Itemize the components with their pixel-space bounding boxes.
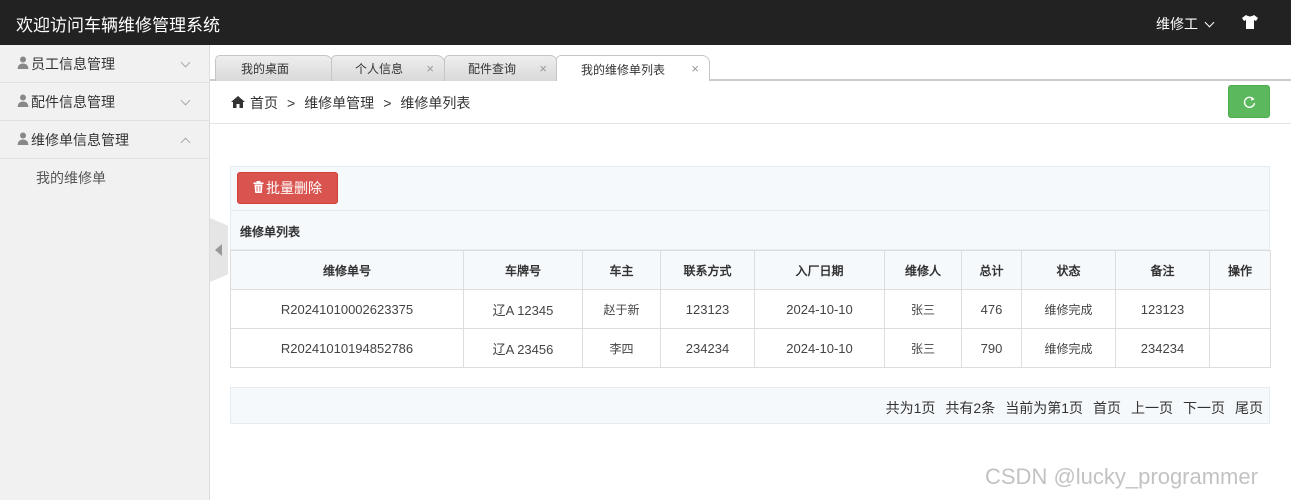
cell-date: 2024-10-10 [754, 328, 885, 368]
top-header: 欢迎访问车辆维修管理系统 维修工 [0, 0, 1291, 45]
pager-last[interactable]: 尾页 [1235, 398, 1263, 418]
cell-status: 维修完成 [1021, 328, 1116, 368]
trash-icon [253, 180, 264, 196]
cell-date: 2024-10-10 [754, 289, 885, 329]
sidebar-subitem-my-repair-orders[interactable]: 我的维修单 [0, 159, 209, 197]
cell-owner: 李四 [582, 328, 661, 368]
sidebar-item-repair-order[interactable]: 维修单信息管理 [0, 121, 209, 159]
breadcrumb-separator: > [287, 95, 296, 111]
column-header[interactable]: 维修人 [884, 250, 962, 290]
list-title-bar: 维修单列表 [230, 211, 1270, 250]
user-icon [17, 94, 29, 110]
column-header[interactable]: 维修单号 [230, 250, 464, 290]
close-icon[interactable]: × [691, 61, 699, 76]
column-header[interactable]: 总计 [961, 250, 1022, 290]
tab-parts-query[interactable]: 配件查询 × [444, 55, 558, 81]
caret-left-icon [215, 244, 222, 256]
column-header[interactable]: 车牌号 [463, 250, 583, 290]
column-header[interactable]: 联系方式 [660, 250, 755, 290]
cell-order-no: R20241010002623375 [230, 289, 464, 329]
tab-strip: 我的桌面 个人信息 × 配件查询 × 我的维修单列表 × [210, 45, 1291, 82]
tab-label: 我的维修单列表 [581, 62, 666, 77]
cell-contact: 234234 [660, 328, 755, 368]
column-header[interactable]: 入厂日期 [754, 250, 885, 290]
cell-actions[interactable] [1209, 289, 1271, 329]
user-icon [17, 56, 29, 72]
cell-total: 476 [961, 289, 1022, 329]
home-icon [231, 95, 245, 111]
pager-next[interactable]: 下一页 [1183, 398, 1225, 418]
cell-total: 790 [961, 328, 1022, 368]
chevron-down-icon [1204, 17, 1215, 27]
column-header[interactable]: 备注 [1115, 250, 1210, 290]
sidebar-item-label: 员工信息管理 [31, 55, 115, 72]
user-name: 维修工 [1156, 16, 1198, 32]
batch-delete-button[interactable]: 批量删除 [237, 172, 338, 204]
refresh-button[interactable] [1228, 85, 1270, 118]
sidebar-item-parts[interactable]: 配件信息管理 [0, 83, 209, 121]
sidebar-item-label: 配件信息管理 [31, 93, 115, 110]
close-icon[interactable]: × [539, 61, 547, 76]
user-menu[interactable]: 维修工 [1156, 14, 1215, 34]
pager-first[interactable]: 首页 [1093, 398, 1121, 418]
refresh-icon [1243, 96, 1256, 108]
table-row[interactable]: R20241010194852786 辽A 23456 李四 234234 20… [230, 328, 1271, 368]
cell-remark: 234234 [1115, 328, 1210, 368]
tab-label: 我的桌面 [241, 62, 290, 76]
sidebar-collapse-handle[interactable] [210, 218, 228, 282]
cell-contact: 123123 [660, 289, 755, 329]
breadcrumb-home[interactable]: 首页 [250, 93, 278, 113]
tab-desktop[interactable]: 我的桌面 [215, 55, 333, 81]
chevron-up-icon [180, 137, 191, 148]
column-header[interactable]: 操作 [1209, 250, 1271, 290]
tab-personal-info[interactable]: 个人信息 × [331, 55, 445, 81]
cell-actions[interactable] [1209, 328, 1271, 368]
app-title: 欢迎访问车辆维修管理系统 [16, 16, 220, 35]
pager-prev[interactable]: 上一页 [1131, 398, 1173, 418]
close-icon[interactable]: × [426, 61, 434, 76]
cell-status: 维修完成 [1021, 289, 1116, 329]
sidebar: 员工信息管理 配件信息管理 维修单信息管理 我的维修单 [0, 45, 210, 500]
batch-delete-label: 批量删除 [266, 180, 322, 196]
tab-my-repair-list[interactable]: 我的维修单列表 × [556, 55, 710, 82]
chevron-down-icon [180, 95, 191, 106]
sidebar-item-employee[interactable]: 员工信息管理 [0, 45, 209, 83]
pagination: 共为1页 共有2条 当前为第1页 首页 上一页 下一页 尾页 [230, 387, 1270, 424]
breadcrumb-bar: 首页 > 维修单管理 > 维修单列表 [210, 81, 1291, 124]
cell-plate: 辽A 23456 [463, 328, 583, 368]
pager-total-pages: 共为1页 [885, 400, 936, 416]
sidebar-item-label: 维修单信息管理 [31, 131, 129, 148]
column-header[interactable]: 状态 [1021, 250, 1116, 290]
user-icon [17, 132, 29, 148]
table-header-row: 维修单号 车牌号 车主 联系方式 入厂日期 维修人 总计 状态 备注 操作 [230, 250, 1271, 290]
cell-order-no: R20241010194852786 [230, 328, 464, 368]
watermark: CSDN @lucky_programmer [985, 464, 1258, 489]
cell-repairer: 张三 [884, 328, 962, 368]
list-title: 维修单列表 [240, 225, 301, 239]
column-header[interactable]: 车主 [582, 250, 661, 290]
tab-label: 个人信息 [355, 62, 404, 76]
breadcrumb-level1: 维修单管理 [304, 95, 375, 111]
tab-label: 配件查询 [468, 62, 517, 76]
repair-order-table: 维修单号 车牌号 车主 联系方式 入厂日期 维修人 总计 状态 备注 操作 R2… [230, 250, 1271, 368]
breadcrumb: 首页 > 维修单管理 > 维修单列表 [231, 93, 470, 113]
cell-remark: 123123 [1115, 289, 1210, 329]
cell-owner: 赵于新 [582, 289, 661, 329]
breadcrumb-separator: > [383, 95, 392, 111]
cell-plate: 辽A 12345 [463, 289, 583, 329]
cell-repairer: 张三 [884, 289, 962, 329]
tshirt-icon[interactable] [1241, 14, 1259, 33]
list-toolbar: 批量删除 [230, 166, 1270, 211]
pager-total-items: 共有2条 [945, 400, 996, 416]
chevron-down-icon [180, 57, 191, 68]
pager-current: 当前为第1页 [1005, 400, 1083, 416]
breadcrumb-level2: 维修单列表 [400, 95, 471, 111]
table-row[interactable]: R20241010002623375 辽A 12345 赵于新 123123 2… [230, 289, 1271, 329]
